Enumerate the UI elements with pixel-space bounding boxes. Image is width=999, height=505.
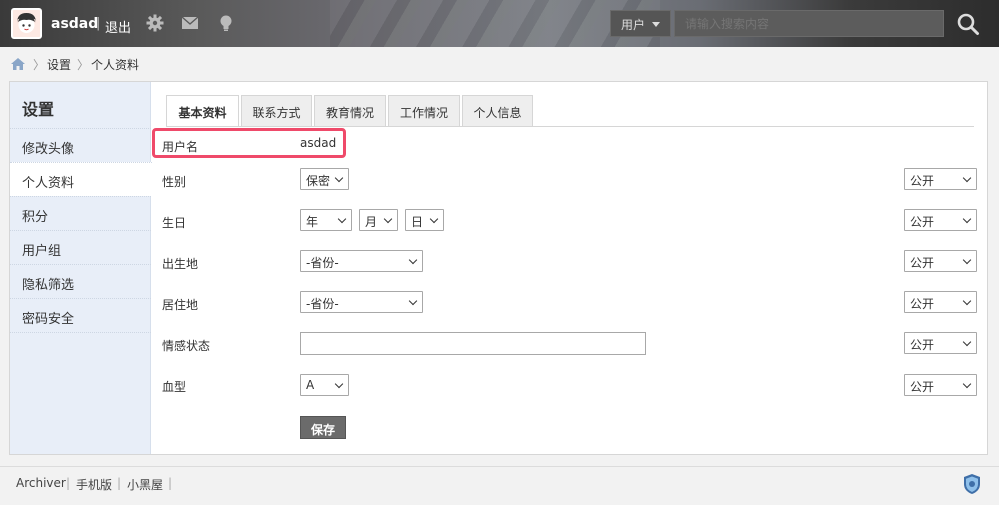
- privacy-value: 公开: [910, 215, 935, 229]
- footer-separator: |: [168, 476, 173, 490]
- search-icon[interactable]: [956, 12, 980, 36]
- gender-select[interactable]: 保密: [300, 168, 349, 190]
- birthplace-province-select[interactable]: -省份-: [300, 250, 423, 272]
- tab-education[interactable]: 教育情况: [314, 95, 386, 127]
- sidebar-item-avatar[interactable]: 修改头像: [10, 128, 151, 162]
- privacy-value: 公开: [910, 297, 935, 311]
- sidebar-divider: [10, 332, 151, 333]
- birthplace-value: -省份-: [306, 256, 339, 270]
- chevron-down-icon: [962, 296, 972, 306]
- top-bar: asdad | 退出 用户: [0, 0, 999, 47]
- breadcrumb-item-settings[interactable]: 设置: [47, 56, 71, 73]
- birthplace-privacy-select[interactable]: 公开: [904, 250, 977, 272]
- birth-month-value: 月: [365, 215, 378, 229]
- avatar-face-icon: [13, 10, 40, 37]
- relationship-input[interactable]: [300, 332, 646, 355]
- sidebar-item-password[interactable]: 密码安全: [10, 298, 151, 332]
- chevron-down-icon: [429, 214, 439, 224]
- gender-select-value: 保密: [306, 174, 331, 188]
- header-separator: |: [96, 16, 101, 31]
- gender-privacy-select[interactable]: 公开: [904, 168, 977, 190]
- birth-day-select[interactable]: 日: [405, 209, 444, 231]
- residence-value: -省份-: [306, 297, 339, 311]
- sidebar-title: 设置: [22, 100, 55, 119]
- chevron-down-icon: [383, 214, 393, 224]
- footer: Archiver | 手机版 | 小黑屋 |: [0, 466, 999, 505]
- birthday-privacy-select[interactable]: 公开: [904, 209, 977, 231]
- chevron-down-icon: [408, 255, 418, 265]
- privacy-value: 公开: [910, 256, 935, 270]
- privacy-value: 公开: [910, 174, 935, 188]
- sidebar-item-credits[interactable]: 积分: [10, 196, 151, 230]
- privacy-value: 公开: [910, 338, 935, 352]
- chevron-down-icon: [962, 255, 972, 265]
- search-input[interactable]: [674, 10, 944, 37]
- birth-year-value: 年: [306, 215, 319, 229]
- tab-work[interactable]: 工作情况: [388, 95, 460, 127]
- mail-icon[interactable]: [180, 13, 200, 33]
- username-label: 用户名: [162, 140, 199, 154]
- settings-gear-icon[interactable]: [145, 13, 165, 33]
- chevron-down-icon: [962, 337, 972, 347]
- blood-type-privacy-select[interactable]: 公开: [904, 374, 977, 396]
- footer-link-blackroom[interactable]: 小黑屋: [127, 476, 163, 493]
- residence-label: 居住地: [162, 298, 199, 312]
- residence-province-select[interactable]: -省份-: [300, 291, 423, 313]
- footer-link-archiver[interactable]: Archiver: [16, 476, 66, 490]
- chevron-down-icon: [962, 214, 972, 224]
- tab-basic-info[interactable]: 基本资料: [166, 95, 239, 127]
- blood-type-select[interactable]: A: [300, 374, 349, 396]
- birth-day-value: 日: [411, 215, 424, 229]
- header-username[interactable]: asdad: [51, 16, 98, 32]
- chevron-down-icon: [337, 214, 347, 224]
- sidebar: 设置 修改头像 个人资料 积分 用户组 隐私筛选 密码安全: [10, 82, 152, 454]
- blood-type-label: 血型: [162, 380, 187, 394]
- sidebar-item-usergroup[interactable]: 用户组: [10, 230, 151, 264]
- breadcrumb-item-profile: 个人资料: [91, 58, 140, 72]
- tab-divider: [166, 126, 974, 127]
- chevron-down-icon: [334, 379, 344, 389]
- relationship-label: 情感状态: [162, 339, 211, 353]
- dropdown-arrow-icon: [652, 22, 660, 27]
- birth-year-select[interactable]: 年: [300, 209, 352, 231]
- avatar[interactable]: [11, 8, 42, 39]
- notification-bulb-icon[interactable]: [216, 13, 236, 33]
- blood-type-value: A: [306, 378, 315, 392]
- residence-privacy-select[interactable]: 公开: [904, 291, 977, 313]
- birthday-label: 生日: [162, 216, 187, 230]
- birthplace-label: 出生地: [162, 257, 199, 271]
- tab-contact[interactable]: 联系方式: [241, 95, 312, 127]
- footer-link-mobile[interactable]: 手机版: [76, 476, 112, 493]
- gender-label: 性别: [162, 175, 187, 189]
- logout-link[interactable]: 退出: [105, 17, 131, 36]
- home-icon[interactable]: [11, 58, 25, 70]
- search-scope-label: 用户: [621, 18, 646, 32]
- username-value: asdad: [300, 136, 337, 150]
- footer-separator: |: [117, 476, 122, 490]
- chevron-down-icon: [334, 173, 344, 183]
- sidebar-item-privacy[interactable]: 隐私筛选: [10, 264, 151, 298]
- breadcrumb-separator: 〉: [77, 58, 90, 72]
- breadcrumb-separator: 〉: [33, 58, 46, 72]
- relationship-privacy-select[interactable]: 公开: [904, 332, 977, 354]
- birth-month-select[interactable]: 月: [359, 209, 398, 231]
- security-shield-icon[interactable]: [962, 473, 982, 495]
- chevron-down-icon: [962, 173, 972, 183]
- chevron-down-icon: [962, 379, 972, 389]
- tab-personal-info[interactable]: 个人信息: [462, 95, 533, 127]
- save-button[interactable]: 保存: [300, 416, 346, 439]
- privacy-value: 公开: [910, 380, 935, 394]
- search-scope-dropdown[interactable]: 用户: [610, 10, 671, 37]
- sidebar-item-profile[interactable]: 个人资料: [10, 162, 152, 196]
- footer-separator: |: [66, 476, 71, 490]
- chevron-down-icon: [408, 296, 418, 306]
